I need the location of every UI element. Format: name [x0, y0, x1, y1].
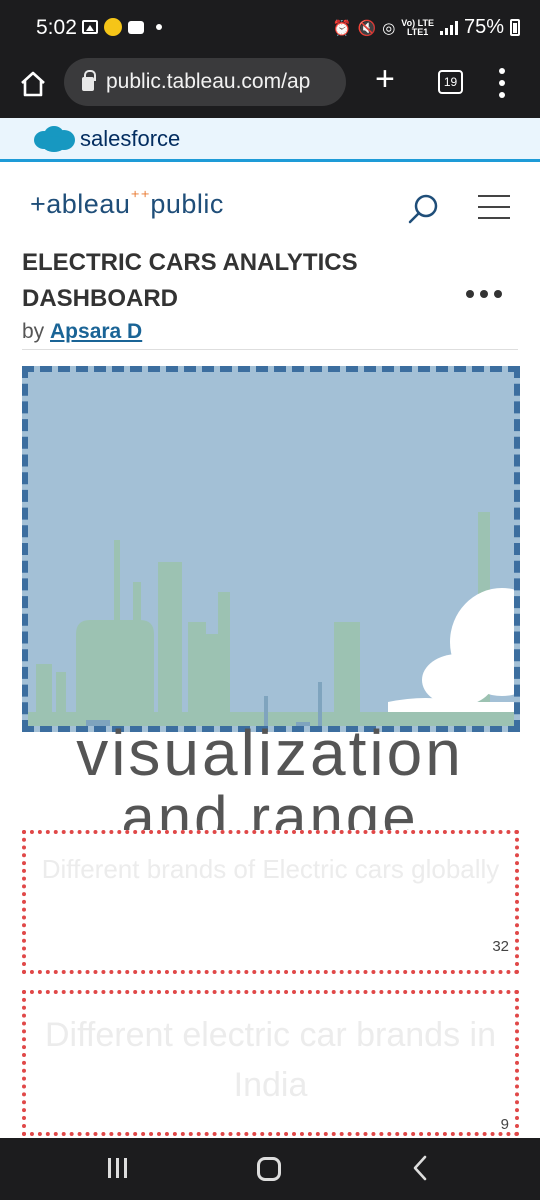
browser-menu-icon[interactable] — [497, 68, 507, 98]
back-icon[interactable] — [410, 1154, 430, 1182]
logo-text-left: +ableau — [30, 189, 131, 219]
home-icon[interactable] — [18, 69, 48, 99]
alarm-icon: ⏰ — [332, 19, 352, 37]
kpi-card-count: 32 — [492, 938, 509, 955]
hamburger-menu-icon[interactable] — [478, 195, 510, 219]
dashboard-heading-line2: and range — [121, 784, 419, 833]
kpi-card-count: 9 — [500, 1116, 509, 1133]
network-type-indicator: Vo) LTE LTE1 — [401, 18, 434, 37]
byline: by Apsara D — [22, 320, 142, 344]
home-nav-icon[interactable] — [257, 1157, 281, 1181]
notification-icons — [82, 18, 162, 36]
more-options-icon[interactable] — [466, 290, 502, 298]
mute-icon: 🔇 — [357, 19, 377, 37]
system-status-icons: ⏰ 🔇 ◎ Vo) LTE LTE1 75% — [333, 16, 520, 39]
gallery-icon — [82, 20, 98, 34]
new-tab-icon[interactable]: + — [375, 62, 395, 96]
more-notifications-dot-icon — [156, 24, 162, 30]
tab-switcher-button[interactable]: 19 — [438, 70, 463, 94]
site-header: +ableau⁺⁺public — [0, 165, 540, 245]
status-time: 5:02 — [36, 16, 77, 39]
tableau-public-logo[interactable]: +ableau⁺⁺public — [30, 187, 224, 220]
battery-percentage: 75% — [463, 16, 504, 38]
dashboard-illustration[interactable] — [22, 366, 520, 732]
network-label-bottom: LTE1 — [406, 26, 429, 37]
kpi-card-title: Different electric car brands in India — [44, 1016, 496, 1104]
system-navigation-bar — [0, 1138, 540, 1200]
recent-apps-icon[interactable] — [108, 1158, 127, 1178]
lock-icon — [82, 70, 96, 91]
status-bar: 5:02 ⏰ 🔇 ◎ Vo) LTE LTE1 75% — [0, 0, 540, 58]
dashboard-heading-line1: visualization — [76, 717, 464, 789]
city-skyline-illustration — [28, 372, 514, 726]
byline-prefix: by — [22, 320, 51, 343]
kpi-card-global-brands[interactable]: Different brands of Electric cars global… — [22, 830, 519, 974]
battery-icon — [510, 19, 520, 36]
search-icon[interactable] — [406, 191, 442, 227]
chat-icon — [128, 20, 144, 34]
app-notification-icon — [104, 18, 122, 36]
salesforce-banner: salesforce — [0, 118, 540, 162]
url-text: public.tableau.com/ap — [106, 70, 311, 93]
logo-text-right: public — [150, 189, 224, 219]
browser-toolbar: public.tableau.com/ap + 19 — [0, 58, 540, 118]
author-link[interactable]: Apsara D — [50, 320, 142, 343]
salesforce-brand-label[interactable]: salesforce — [80, 126, 180, 152]
hotspot-icon: ◎ — [382, 19, 396, 37]
signal-strength-icon — [439, 20, 458, 35]
address-bar[interactable]: public.tableau.com/ap — [64, 58, 346, 106]
salesforce-cloud-icon[interactable] — [32, 124, 76, 154]
kpi-card-title: Different brands of Electric cars global… — [41, 854, 500, 884]
logo-plus-icon: ⁺⁺ — [130, 187, 151, 207]
divider — [22, 349, 518, 350]
kpi-card-india-brands[interactable]: Different electric car brands in India 9 — [22, 990, 519, 1136]
page-title: ELECTRIC CARS ANALYTICS DASHBOARD — [22, 249, 358, 312]
